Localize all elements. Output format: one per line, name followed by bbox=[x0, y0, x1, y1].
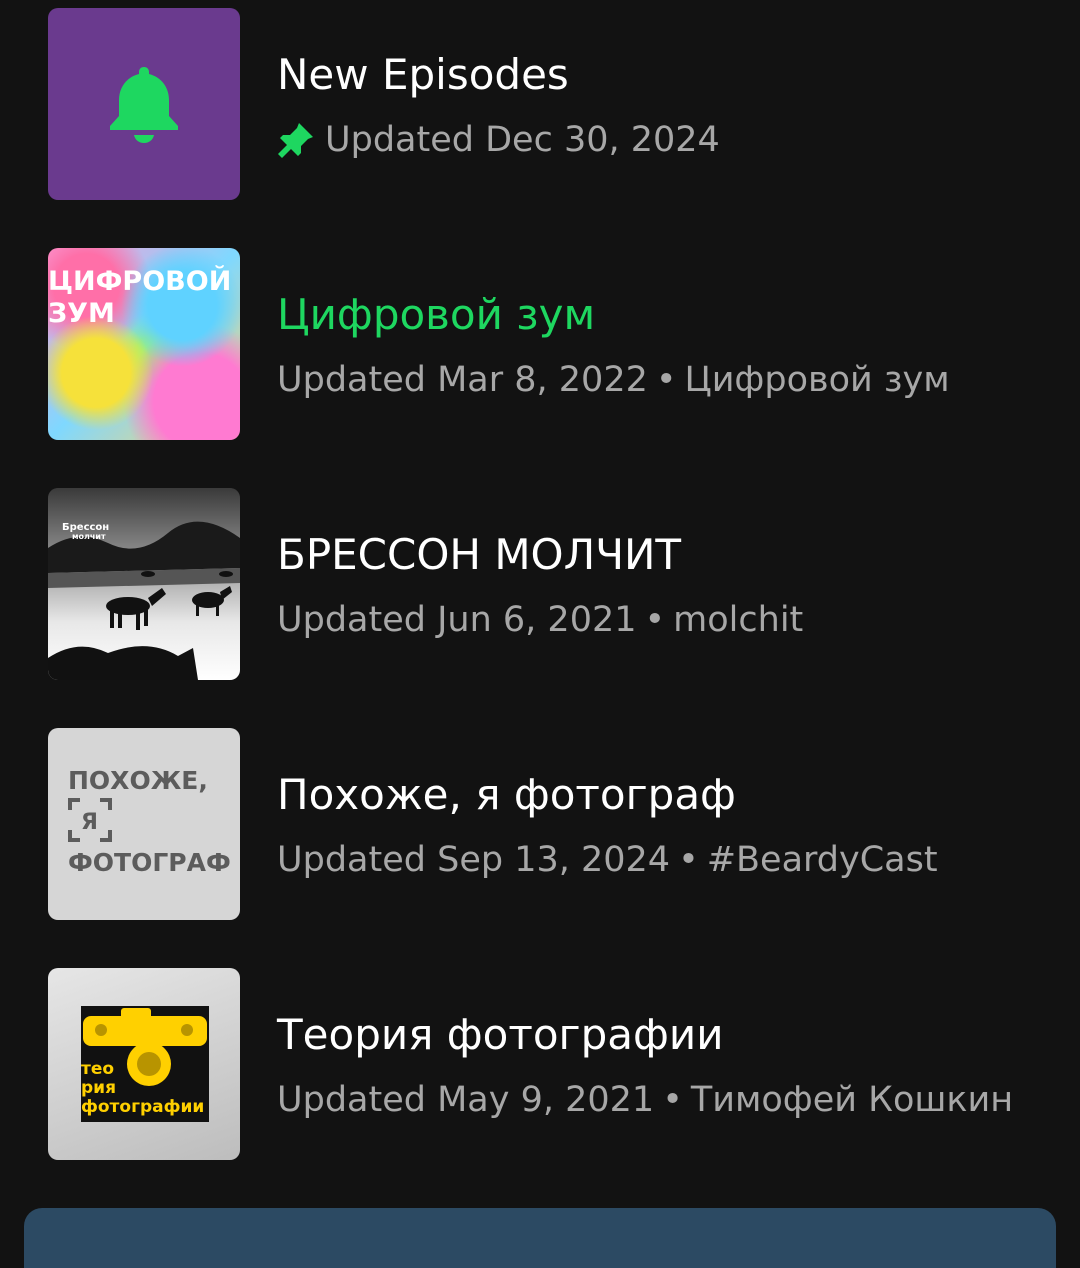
updated-date: Updated Dec 30, 2024 bbox=[325, 120, 720, 160]
cover-line: рия bbox=[81, 1078, 116, 1098]
cover-line: молчит bbox=[72, 532, 106, 541]
horses-photo: Брессон молчит bbox=[48, 488, 240, 680]
viewfinder-icon: Я bbox=[68, 798, 112, 842]
teoriya-fotografii-cover: тео рия фотографии bbox=[48, 968, 240, 1160]
tsifrovoy-zum-cover: ЦИФРОВОЙ ЗУМ bbox=[48, 248, 240, 440]
list-item-bresson-molchit[interactable]: Брессон молчит БРЕССОН МОЛЧИТ Updated Ju… bbox=[48, 488, 1048, 680]
cover-line: тео bbox=[81, 1059, 115, 1079]
item-subtitle: Updated Dec 30, 2024 bbox=[277, 118, 720, 162]
cover-line: ФОТОГРАФ bbox=[68, 848, 231, 877]
bresson-molchit-cover: Брессон молчит bbox=[48, 488, 240, 680]
item-subtitle: Updated May 9, 2021 • Тимофей Кошкин bbox=[277, 1078, 1013, 1122]
now-playing-bar[interactable] bbox=[24, 1208, 1056, 1268]
pin-icon bbox=[278, 123, 313, 158]
item-subtitle: Updated Mar 8, 2022 • Цифровой зум bbox=[277, 358, 950, 402]
cover-line: ЦИФРОВОЙ bbox=[48, 266, 232, 297]
item-title: Цифровой зум bbox=[277, 290, 596, 339]
cover-text: тео рия фотографии bbox=[81, 1060, 204, 1117]
list-item-pokhozhe-ya-fotograf[interactable]: ПОХОЖЕ, Я ФОТОГРАФ Похоже, я фотограф Up… bbox=[48, 728, 1048, 920]
updated-date: Updated Mar 8, 2022 bbox=[277, 360, 648, 400]
item-title: Похоже, я фотограф bbox=[277, 770, 736, 819]
list-item-teoriya-fotografii[interactable]: тео рия фотографии Теория фотографии Upd… bbox=[48, 968, 1048, 1160]
item-title: Теория фотографии bbox=[277, 1010, 724, 1059]
owner-name: Тимофей Кошкин bbox=[690, 1080, 1014, 1120]
cover-line: ПОХОЖЕ, bbox=[68, 766, 208, 795]
item-subtitle: Updated Jun 6, 2021 • molchit bbox=[277, 598, 803, 642]
cover-line: фотографии bbox=[81, 1097, 205, 1117]
list-item-new-episodes[interactable]: New Episodes Updated Dec 30, 2024 bbox=[48, 8, 1048, 200]
list-item-tsifrovoy-zum[interactable]: ЦИФРОВОЙ ЗУМ Цифровой зум Updated Mar 8,… bbox=[48, 248, 1048, 440]
item-title: БРЕССОН МОЛЧИТ bbox=[277, 530, 682, 579]
new-episodes-cover bbox=[48, 8, 240, 200]
bell-icon bbox=[110, 67, 178, 143]
separator: • bbox=[678, 840, 699, 880]
separator: • bbox=[644, 600, 666, 640]
updated-date: Updated Jun 6, 2021 bbox=[277, 600, 637, 640]
separator: • bbox=[662, 1080, 683, 1120]
owner-name: Цифровой зум bbox=[684, 360, 950, 400]
item-subtitle: Updated Sep 13, 2024 • #BeardyCast bbox=[277, 838, 938, 882]
updated-date: Updated Sep 13, 2024 bbox=[277, 840, 671, 880]
separator: • bbox=[655, 360, 677, 400]
cover-line: Я bbox=[81, 810, 98, 835]
cover-text: ЦИФРОВОЙ ЗУМ bbox=[48, 266, 231, 330]
owner-name: #BeardyCast bbox=[706, 840, 938, 880]
item-title: New Episodes bbox=[277, 50, 569, 99]
owner-name: molchit bbox=[673, 600, 804, 640]
cover-line: ЗУМ bbox=[48, 298, 115, 329]
updated-date: Updated May 9, 2021 bbox=[277, 1080, 655, 1120]
pokhozhe-ya-fotograf-cover: ПОХОЖЕ, Я ФОТОГРАФ bbox=[48, 728, 240, 920]
